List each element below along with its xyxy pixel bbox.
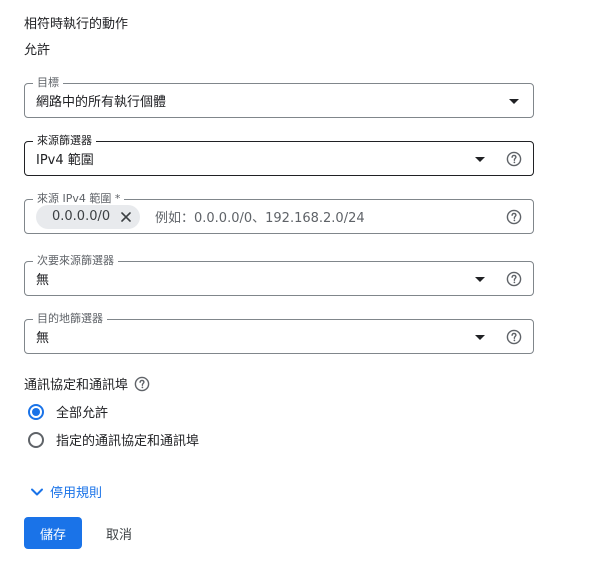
source-filter-select[interactable]: 來源篩選器 IPv4 範圍 [24, 134, 534, 176]
protocols-section: 通訊協定和通訊埠 [24, 374, 150, 393]
dropdown-arrow-icon [475, 276, 485, 282]
secondary-source-filter-value: 無 [36, 273, 50, 288]
destination-filter-value: 無 [36, 331, 50, 346]
help-icon[interactable] [506, 271, 522, 287]
dropdown-arrow-icon [509, 98, 519, 104]
source-ipv4-input[interactable]: 例如：0.0.0.0/0、192.168.2.0/24 [155, 200, 365, 233]
action-section-title: 相符時執行的動作 [24, 17, 129, 32]
disable-rule-toggle[interactable]: 停用規則 [30, 482, 102, 501]
help-icon[interactable] [506, 151, 522, 167]
target-value: 網路中的所有執行個體 [36, 95, 167, 110]
protocols-title: 通訊協定和通訊埠 [24, 378, 129, 393]
ip-range-chip: 0.0.0.0/0 [36, 204, 141, 229]
radio-button-checked[interactable] [28, 403, 44, 420]
cancel-button[interactable]: 取消 [94, 517, 144, 549]
help-icon[interactable] [134, 376, 150, 392]
source-ipv4-label: 來源 IPv4 範圍 * [33, 192, 125, 206]
target-select[interactable]: 目標 網路中的所有執行個體 [24, 76, 534, 118]
help-icon[interactable] [506, 209, 522, 225]
source-ipv4-field[interactable]: 來源 IPv4 範圍 * 0.0.0.0/0 例如：0.0.0.0/0、192.… [24, 192, 534, 234]
firewall-rule-form: 相符時執行的動作 允許 目標 網路中的所有執行個體 來源篩選器 IPv4 範圍 … [0, 0, 608, 575]
radio-specified-protocols[interactable]: 指定的通訊協定和通訊埠 [28, 430, 199, 449]
secondary-source-filter-select[interactable]: 次要來源篩選器 無 [24, 254, 534, 296]
radio-allow-all[interactable]: 全部允許 [28, 402, 108, 421]
ip-range-chip-label: 0.0.0.0/0 [52, 209, 111, 224]
radio-specified-protocols-label: 指定的通訊協定和通訊埠 [56, 434, 200, 449]
action-value: 允許 [24, 43, 51, 58]
radio-allow-all-label: 全部允許 [56, 406, 109, 421]
chevron-down-icon [31, 488, 43, 495]
dropdown-arrow-icon [475, 156, 485, 162]
radio-button-unchecked[interactable] [28, 431, 44, 448]
close-icon[interactable] [120, 211, 132, 223]
source-filter-value: IPv4 範圍 [36, 153, 94, 168]
save-button[interactable]: 儲存 [24, 517, 82, 549]
help-icon[interactable] [506, 329, 522, 345]
dropdown-arrow-icon [475, 334, 485, 340]
disable-rule-label: 停用規則 [50, 486, 103, 501]
destination-filter-select[interactable]: 目的地篩選器 無 [24, 312, 534, 354]
